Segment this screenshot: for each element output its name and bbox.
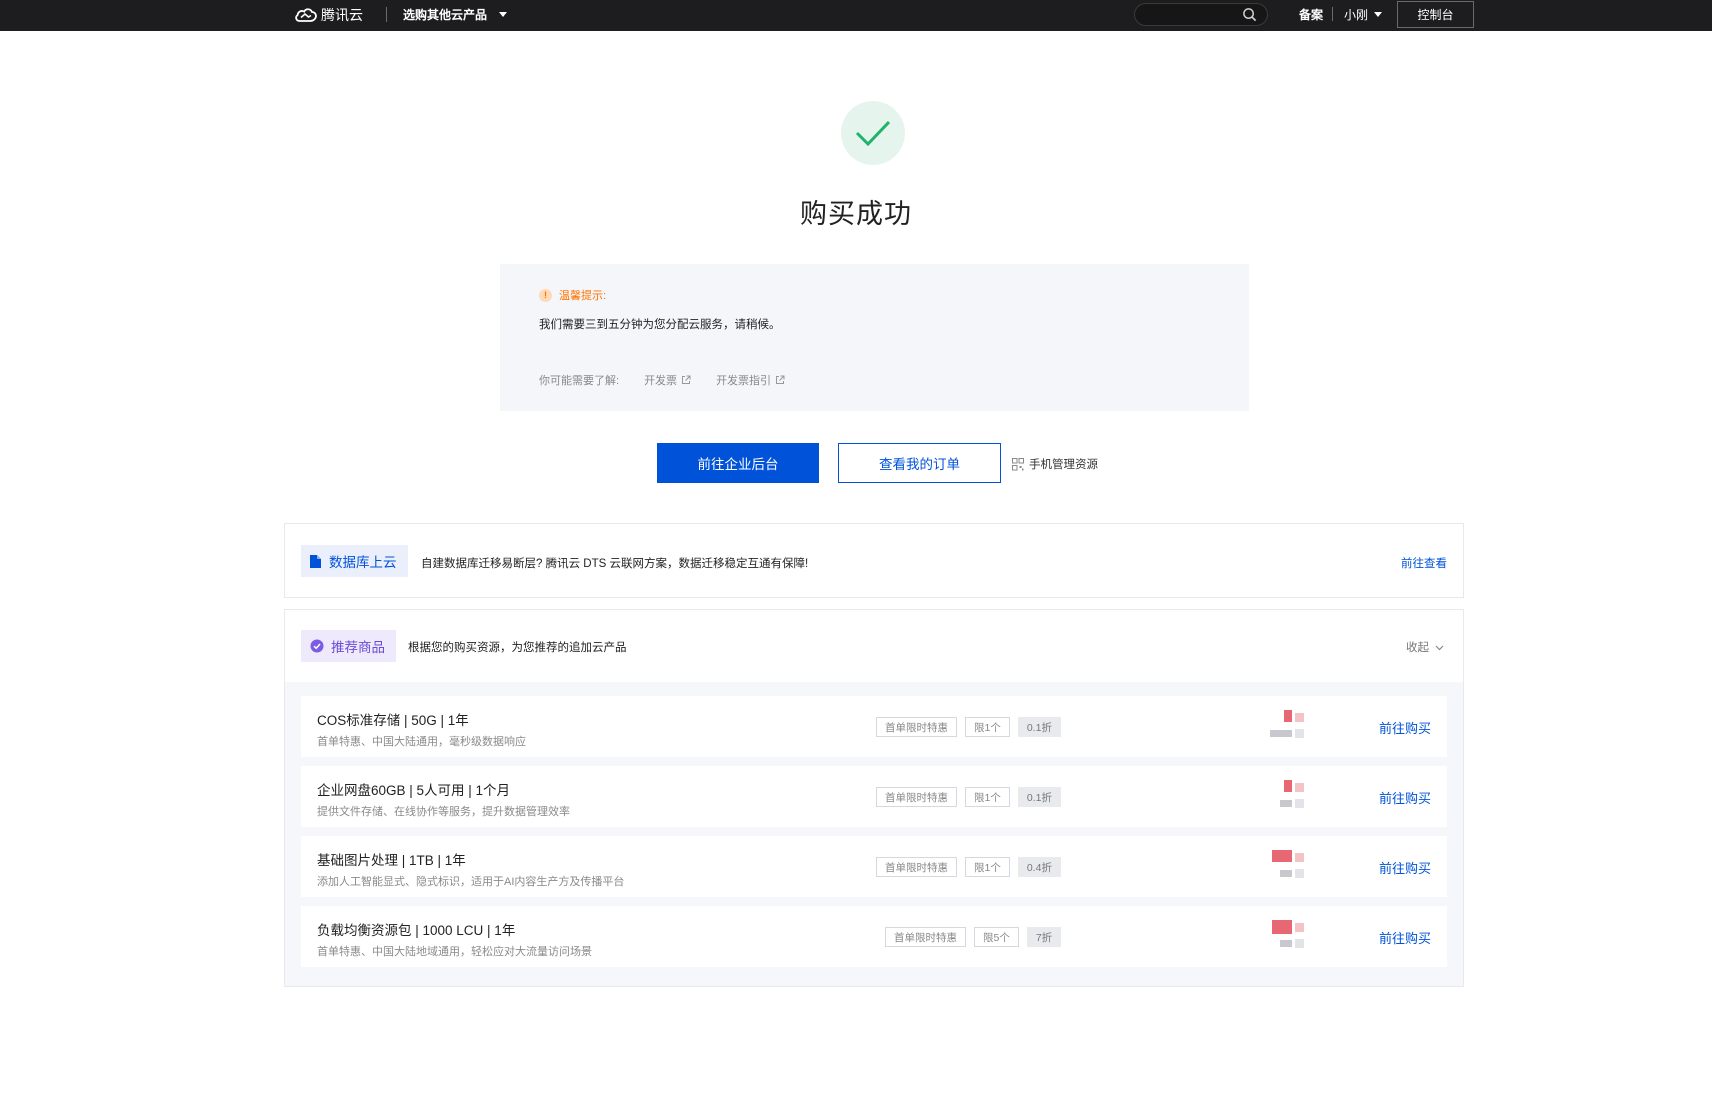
search-icon[interactable] [1242,7,1257,22]
external-link-icon [682,375,691,384]
product-desc: 提供文件存储、在线协作等服务，提升数据管理效率 [317,806,570,818]
buy-button[interactable]: 前往购买 [1379,718,1431,737]
tip-links: 你可能需要了解: 开发票 开发票指引 [539,372,785,388]
product-badges: 首单限时特惠 限5个 7折 [885,927,1062,947]
db-banner-text: 自建数据库迁移易断层? 腾讯云 DTS 云联网方案，数据迁移稳定互通有保障! [421,558,809,570]
invoice-link-label: 开发票 [644,375,678,387]
mobile-manage-link[interactable]: 手机管理资源 [1012,456,1098,472]
discount-badge: 0.1折 [1017,787,1061,807]
list-item: 负载均衡资源包 | 1000 LCU | 1年 首单特惠、中国大陆地域通用，轻松… [301,906,1447,967]
tip-heading-label: 温馨提示: [559,290,607,302]
success-check-icon [841,101,905,165]
warning-icon: ! [539,288,552,302]
checkmark-icon [855,120,891,147]
product-badges: 首单限时特惠 限1个 0.1折 [876,787,1061,807]
mobile-manage-label: 手机管理资源 [1029,459,1098,471]
invoice-link[interactable]: 开发票 [644,372,691,388]
recommend-text: 根据您的购买资源，为您推荐的追加云产品 [408,642,627,654]
first-order-badge: 首单限时特惠 [876,717,957,737]
user-menu[interactable]: 小刚 [1344,6,1383,23]
buy-button[interactable]: 前往购买 [1379,858,1431,877]
list-item: 企业网盘60GB | 5人可用 | 1个月 提供文件存储、在线协作等服务，提升数… [301,766,1447,827]
collapse-label: 收起 [1406,642,1429,654]
brand-logo[interactable]: 腾讯云 [294,5,363,25]
first-order-badge: 首单限时特惠 [885,927,966,947]
tip-panel: ! 温馨提示: 我们需要三到五分钟为您分配云服务，请稍候。 你可能需要了解: 开… [500,264,1249,411]
price-obscured [1254,920,1304,956]
invoice-guide-link[interactable]: 开发票指引 [716,372,785,388]
verified-badge-icon [310,639,324,653]
recommend-panel: 推荐商品 根据您的购买资源，为您推荐的追加云产品 收起 COS标准存储 | 50… [284,609,1464,987]
search-input[interactable] [1134,3,1268,26]
topbar-separator [1332,7,1333,21]
discount-badge: 0.4折 [1017,857,1061,877]
product-desc: 首单特惠、中国大陆通用，毫秒级数据响应 [317,736,526,748]
db-cloud-tag-label: 数据库上云 [329,555,397,570]
price-obscured [1254,850,1304,886]
product-desc: 首单特惠、中国大陆地域通用，轻松应对大流量访问场景 [317,946,592,958]
product-badges: 首单限时特惠 限1个 0.1折 [876,717,1061,737]
user-name: 小刚 [1344,8,1369,22]
limit-badge: 限1个 [965,787,1010,807]
caret-down-icon [1374,12,1383,17]
go-enterprise-console-button[interactable]: 前往企业后台 [657,443,819,483]
list-item: 基础图片处理 | 1TB | 1年 添加人工智能显式、隐式标识，适用于AI内容生… [301,836,1447,897]
price-obscured [1254,710,1304,746]
beian-link[interactable]: 备案 [1299,6,1323,23]
first-order-badge: 首单限时特惠 [876,787,957,807]
chevron-down-icon [1435,645,1444,650]
list-item: COS标准存储 | 50G | 1年 首单特惠、中国大陆通用，毫秒级数据响应 首… [301,696,1447,757]
recommend-list: COS标准存储 | 50G | 1年 首单特惠、中国大陆通用，毫秒级数据响应 首… [285,682,1463,986]
db-banner-link[interactable]: 前往查看 [1401,555,1447,571]
product-name: 基础图片处理 | 1TB | 1年 [317,853,466,868]
tip-message: 我们需要三到五分钟为您分配云服务，请稍候。 [539,319,781,331]
tip-links-label: 你可能需要了解: [539,375,620,387]
recommend-tag-label: 推荐商品 [331,640,385,655]
caret-down-icon [499,12,508,17]
db-migration-banner: 数据库上云 自建数据库迁移易断层? 腾讯云 DTS 云联网方案，数据迁移稳定互通… [284,523,1464,598]
first-order-badge: 首单限时特惠 [876,857,957,877]
page-title: 购买成功 [800,199,912,229]
top-navigation-bar: 腾讯云 选购其他云产品 备案 小刚 控制台 [0,0,1712,31]
tip-heading: ! 温馨提示: [539,287,606,303]
products-menu[interactable]: 选购其他云产品 [403,6,508,23]
external-link-icon [776,375,785,384]
cloud-logo-icon [295,8,317,22]
recommend-tag: 推荐商品 [301,630,396,662]
product-badges: 首单限时特惠 限1个 0.4折 [876,857,1061,877]
brand-name: 腾讯云 [321,7,363,23]
limit-badge: 限1个 [965,857,1010,877]
buy-button[interactable]: 前往购买 [1379,788,1431,807]
invoice-guide-link-label: 开发票指引 [716,375,772,387]
price-obscured [1254,780,1304,816]
qrcode-icon [1012,457,1024,470]
limit-badge: 限1个 [965,717,1010,737]
discount-badge: 7折 [1026,927,1062,947]
limit-badge: 限5个 [974,927,1019,947]
products-menu-label: 选购其他云产品 [403,8,488,22]
console-button[interactable]: 控制台 [1397,1,1474,28]
discount-badge: 0.1折 [1017,717,1061,737]
document-icon [310,554,321,568]
buy-button[interactable]: 前往购买 [1379,928,1431,947]
product-desc: 添加人工智能显式、隐式标识，适用于AI内容生产方及传播平台 [317,876,625,888]
view-my-orders-button[interactable]: 查看我的订单 [838,443,1001,483]
product-name: 企业网盘60GB | 5人可用 | 1个月 [317,783,511,798]
collapse-toggle[interactable]: 收起 [1406,639,1444,655]
product-name: COS标准存储 | 50G | 1年 [317,713,469,728]
topbar-divider [386,7,387,22]
db-cloud-tag: 数据库上云 [301,545,408,577]
product-name: 负载均衡资源包 | 1000 LCU | 1年 [317,923,516,938]
